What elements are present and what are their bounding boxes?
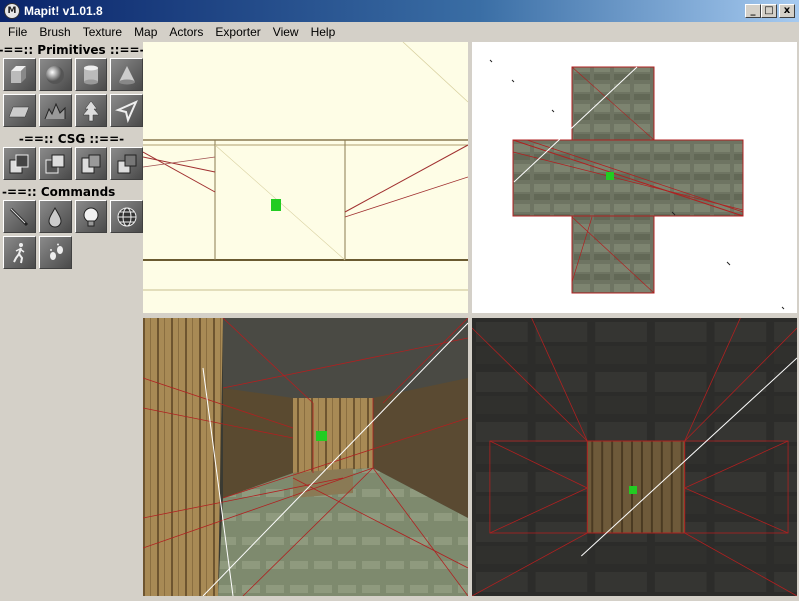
csg-subtract-icon [9,154,29,173]
viewport-side[interactable] [143,42,468,314]
tree-icon [82,100,100,121]
footprints-icon [49,243,63,260]
cylinder-tool[interactable] [74,58,108,91]
arrow-icon [114,99,138,123]
globe-icon [117,207,137,226]
menu-brush[interactable]: Brush [33,23,76,41]
drop-icon [48,206,62,227]
commands-header: -==:: Commands [2,185,116,199]
menu-texture[interactable]: Texture [77,23,128,41]
actor-marker-top[interactable] [606,172,614,180]
actor-marker[interactable] [271,199,281,211]
actor-marker-perspective[interactable] [316,431,327,441]
menu-help[interactable]: Help [305,23,342,41]
plane-icon [9,106,30,117]
toolbox-panel: -==:: Primitives ::==- -==:: CSG ::==- -… [0,42,145,598]
walk-icon [12,242,24,263]
csg-split-icon [117,154,137,173]
menu-actors[interactable]: Actors [163,23,209,41]
cube-tool[interactable] [3,58,36,91]
csg-subtract-tool[interactable] [3,147,36,180]
csg-split-tool[interactable] [110,147,143,180]
cone-tool[interactable] [110,58,143,91]
menu-exporter[interactable]: Exporter [209,23,266,41]
viewport-top[interactable] [472,42,797,314]
csg-header: -==:: CSG ::==- [18,132,125,146]
pen-tool[interactable] [3,200,36,233]
globe-tool[interactable] [110,200,143,233]
tree-tool[interactable] [74,94,108,127]
menu-map[interactable]: Map [128,23,163,41]
title-bar[interactable]: M Mapit! v1.01.8 _ □ x [0,0,799,22]
walk-tool[interactable] [3,236,36,269]
light-bulb-tool[interactable] [74,200,108,233]
sphere-icon [46,65,65,84]
cube-icon [11,65,27,83]
plane-tool[interactable] [3,94,36,127]
menu-view[interactable]: View [267,23,305,41]
terrain-tool[interactable] [38,94,72,127]
light-bulb-icon [83,207,99,226]
footprints-tool[interactable] [39,236,72,269]
arrow-tool[interactable] [110,94,143,127]
menu-bar: File Brush Texture Map Actors Exporter V… [0,22,799,42]
csg-intersect-icon [45,154,65,173]
csg-union-icon [81,154,101,173]
app-icon: M [4,3,20,19]
viewport-front[interactable] [472,318,797,596]
minimize-button[interactable]: _ [745,4,761,18]
window-title: Mapit! v1.01.8 [24,4,103,18]
cylinder-icon [83,65,98,84]
pen-icon [10,207,29,226]
actor-marker-front[interactable] [629,486,637,494]
csg-intersect-tool[interactable] [38,147,72,180]
drop-tool[interactable] [38,200,72,233]
close-button[interactable]: x [779,4,795,18]
viewport-perspective[interactable] [143,318,468,596]
menu-file[interactable]: File [2,23,33,41]
sphere-tool[interactable] [38,58,72,91]
maximize-button[interactable]: □ [761,4,777,18]
primitives-header: -==:: Primitives ::==- [0,43,145,57]
cone-icon [118,65,135,84]
terrain-icon [44,102,66,119]
csg-union-tool[interactable] [74,147,108,180]
